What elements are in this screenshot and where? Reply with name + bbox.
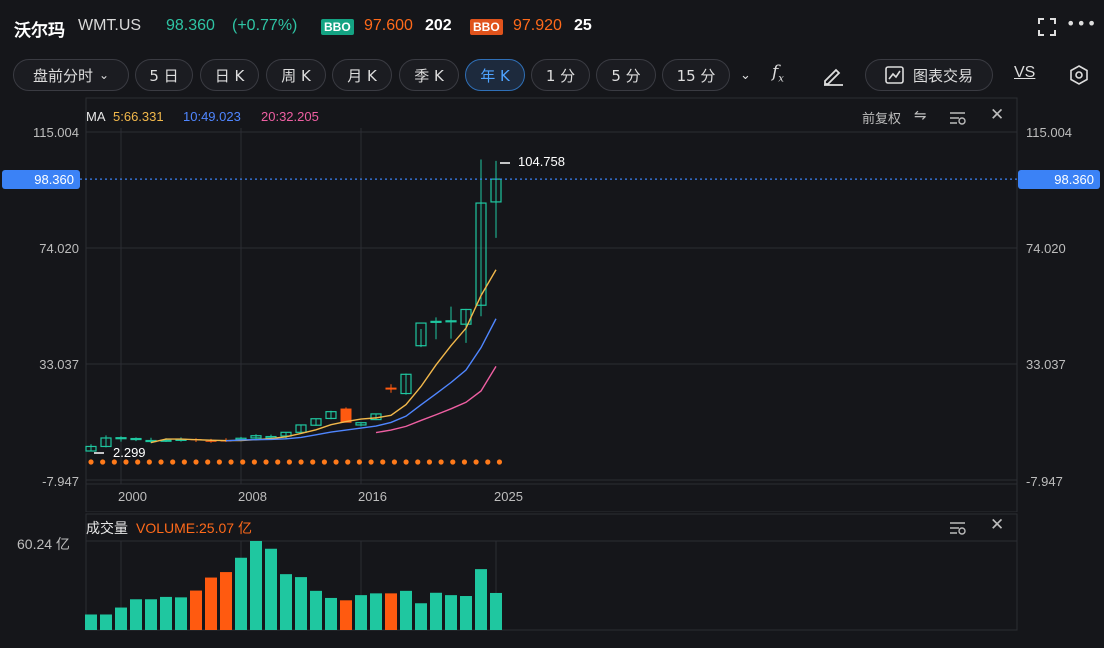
- volume-bar: [85, 614, 97, 630]
- volume-bar: [400, 590, 412, 630]
- volume-bar: [415, 603, 427, 630]
- volume-bar: [460, 596, 472, 630]
- volume-bar: [250, 541, 262, 630]
- volume-bar: [130, 599, 142, 630]
- volume-bar: [160, 596, 172, 630]
- volume-bar: [175, 597, 187, 630]
- volume-bar: [145, 599, 157, 630]
- volume-chart[interactable]: [0, 0, 1104, 648]
- volume-bar: [355, 595, 367, 630]
- volume-bar: [445, 595, 457, 630]
- volume-bar: [220, 572, 232, 630]
- volume-bar: [295, 577, 307, 630]
- volume-bar: [310, 590, 322, 630]
- volume-bar: [490, 592, 502, 630]
- volume-bar: [235, 557, 247, 630]
- volume-bar: [430, 592, 442, 630]
- volume-bar: [385, 593, 397, 630]
- volume-bar: [100, 614, 112, 630]
- volume-bar: [190, 590, 202, 630]
- volume-bars: [85, 541, 502, 630]
- volume-bar: [280, 574, 292, 630]
- volume-bar: [205, 577, 217, 630]
- volume-bar: [475, 569, 487, 630]
- volume-bar: [340, 600, 352, 630]
- volume-bar: [115, 607, 127, 630]
- volume-bar: [265, 548, 277, 630]
- volume-bar: [325, 597, 337, 630]
- volume-bar: [370, 593, 382, 630]
